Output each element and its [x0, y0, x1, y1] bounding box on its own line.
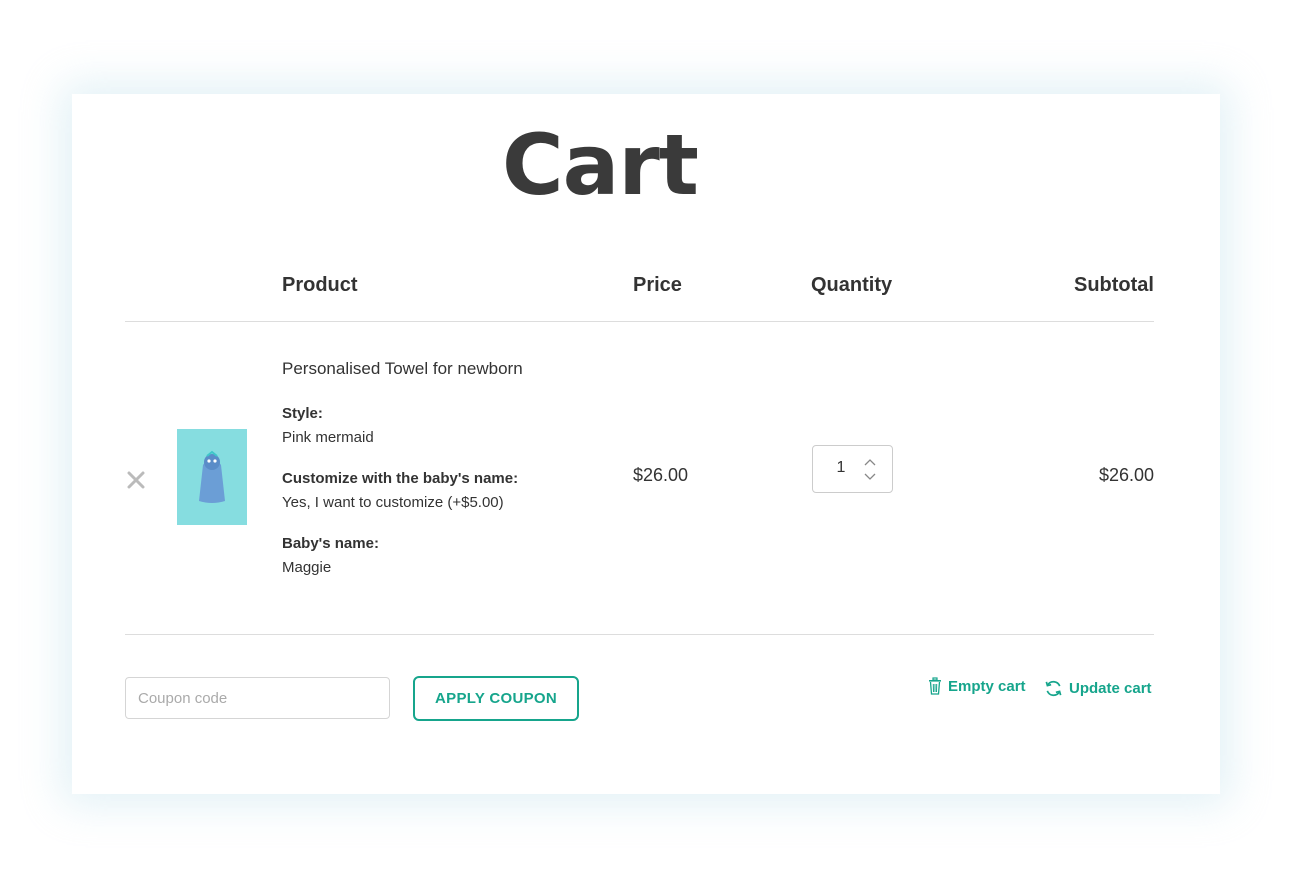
quantity-decrease-button[interactable]: [862, 470, 878, 482]
quantity-value[interactable]: 1: [833, 459, 849, 477]
coupon-code-input[interactable]: [125, 677, 390, 719]
column-header-price: Price: [633, 274, 682, 297]
quantity-stepper[interactable]: 1: [812, 445, 893, 493]
chevron-down-icon: [862, 471, 878, 483]
empty-cart-button[interactable]: Empty cart: [928, 675, 1026, 697]
item-subtotal: $26.00: [1000, 465, 1154, 486]
option-label-style: Style:: [282, 405, 323, 422]
quantity-increase-button[interactable]: [862, 455, 878, 467]
update-cart-label: Update cart: [1069, 680, 1152, 697]
product-name-link[interactable]: Personalised Towel for newborn: [282, 359, 523, 379]
column-header-product: Product: [282, 274, 358, 297]
column-header-subtotal: Subtotal: [1000, 274, 1154, 297]
option-value-style: Pink mermaid: [282, 429, 374, 446]
remove-item-icon[interactable]: [124, 468, 148, 492]
empty-cart-label: Empty cart: [948, 678, 1026, 695]
close-icon: [124, 468, 148, 492]
refresh-icon: [1044, 679, 1063, 698]
table-header-divider: [125, 321, 1154, 322]
product-thumbnail[interactable]: [177, 429, 247, 525]
option-label-customize: Customize with the baby's name:: [282, 470, 518, 487]
option-value-customize: Yes, I want to customize (+$5.00): [282, 494, 504, 511]
item-price: $26.00: [633, 465, 688, 486]
table-footer-divider: [125, 634, 1154, 635]
apply-coupon-button[interactable]: APPLY COUPON: [413, 676, 579, 721]
trash-icon: [928, 677, 942, 695]
update-cart-button[interactable]: Update cart: [1044, 677, 1152, 699]
column-header-quantity: Quantity: [811, 274, 892, 297]
option-label-baby-name: Baby's name:: [282, 535, 379, 552]
towel-image: [177, 429, 247, 525]
chevron-up-icon: [862, 456, 878, 468]
option-value-baby-name: Maggie: [282, 559, 331, 576]
page-title: Cart: [0, 120, 1200, 210]
